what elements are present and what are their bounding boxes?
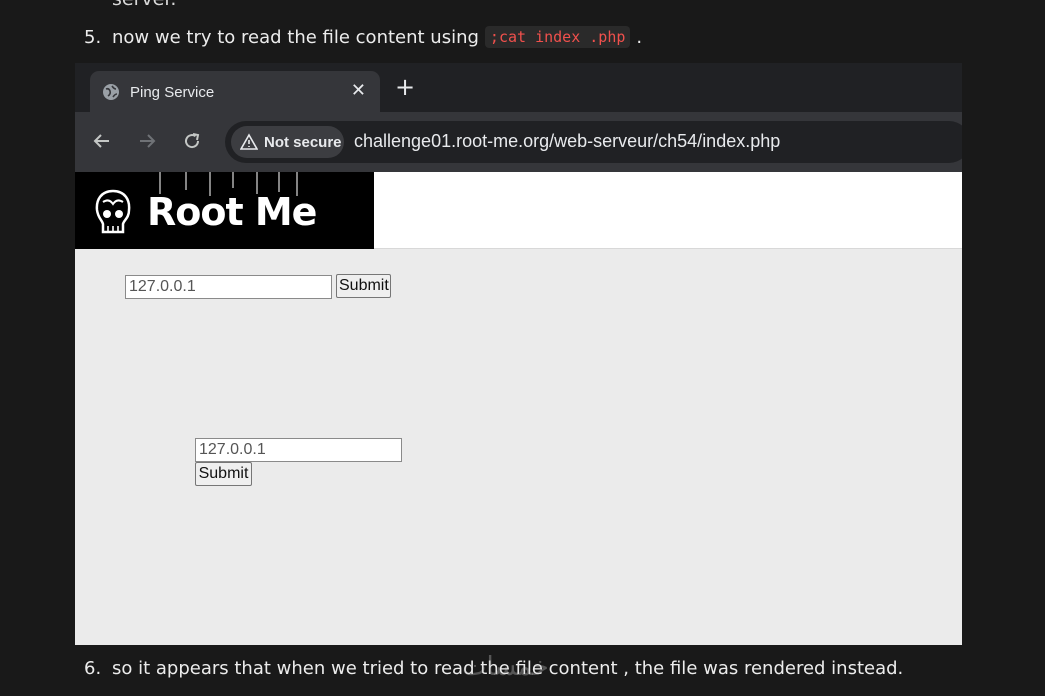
arrow-right-icon[interactable] [134,128,160,154]
step-number: 5. [84,26,102,48]
ip-address-input[interactable] [125,275,332,299]
browser-screenshot: Ping Service ✕ + Not secure challenge01.… [75,63,962,645]
not-secure-label: Not secure [264,133,342,151]
submit-button[interactable]: Submit [336,274,391,298]
reload-icon[interactable] [179,128,205,154]
new-tab-button[interactable]: + [395,73,415,101]
rendered-submit-button[interactable]: Submit [195,462,252,486]
step-text: so it appears that when we tried to read… [112,658,904,679]
previous-step-text: server. [112,0,176,10]
close-icon[interactable]: ✕ [351,80,366,101]
arrow-left-icon[interactable] [89,128,115,154]
step-text: now we try to read the file content usin… [112,26,479,48]
rendered-ip-address-input[interactable] [195,438,402,462]
warning-icon [240,133,258,150]
security-chip[interactable]: Not secure [231,126,344,158]
inline-code: ;cat index .php [484,26,631,48]
step-5: 5. now we try to read the file content u… [84,26,642,48]
globe-icon [103,84,119,100]
address-bar[interactable]: Not secure challenge01.root-me.org/web-s… [225,121,962,163]
tab-strip: Ping Service ✕ + [75,63,962,113]
step-suffix: . [636,26,643,48]
tab-ping-service[interactable]: Ping Service ✕ [90,71,380,113]
logo-text: Root Me [147,190,317,234]
skull-icon [95,189,131,234]
url-text[interactable]: challenge01.root-me.org/web-serveur/ch54… [354,131,780,152]
web-page: Root Me Submit Submit [75,172,962,645]
root-me-logo: Root Me [75,172,374,249]
step-number: 6. [84,658,102,679]
step-6: 6. so it appears that when we tried to r… [84,658,903,679]
browser-toolbar: Not secure challenge01.root-me.org/web-s… [75,112,962,172]
tab-title: Ping Service [130,83,215,101]
